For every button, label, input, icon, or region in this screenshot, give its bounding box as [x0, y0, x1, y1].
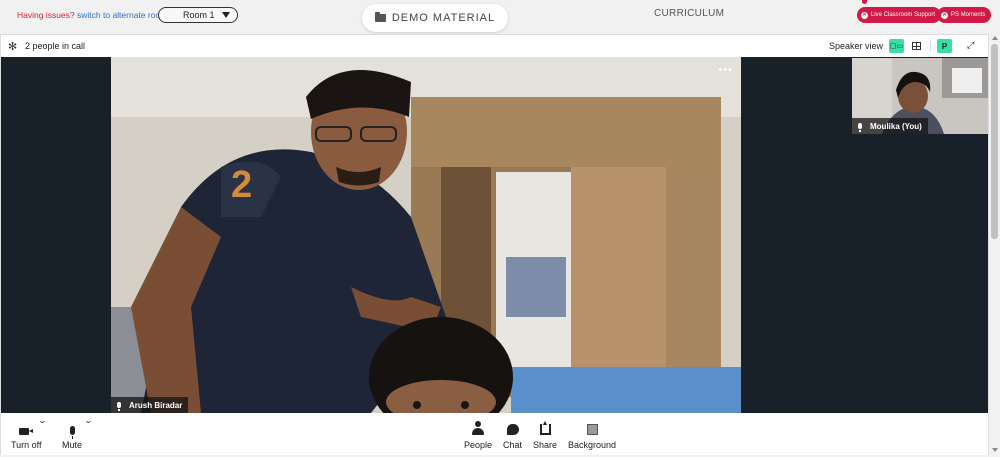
call-controls: Turn off ⌄ Mute ⌄ People Chat Share Back…	[1, 413, 988, 455]
presenter-button[interactable]: P	[937, 39, 952, 53]
self-participant-tag: Moulika (You)	[852, 118, 928, 134]
chat-button[interactable]: Chat	[503, 419, 522, 450]
ps-moments-button[interactable]: ✕ PS Moments	[937, 7, 992, 23]
main-participant-tag: Arush Biradar	[111, 397, 189, 413]
close-icon: ✕	[941, 11, 948, 19]
ps-moments-label: PS Moments	[951, 12, 986, 18]
people-label: People	[464, 440, 493, 450]
mic-icon	[117, 402, 121, 411]
self-video-tile[interactable]: Moulika (You)	[852, 58, 988, 134]
live-support-label: Live Classroom Support	[871, 12, 936, 18]
people-count: 2 people in call	[25, 41, 86, 51]
demo-material-label: DEMO MATERIAL	[391, 12, 496, 24]
person-icon	[472, 419, 485, 435]
close-icon: ✕	[861, 11, 868, 19]
scroll-thumb[interactable]	[991, 44, 998, 239]
scroll-up-icon[interactable]	[992, 36, 998, 40]
video-stage: 2 ••• Arush Biradar Moulika (You)	[1, 57, 988, 413]
live-support-button[interactable]: ✕ Live Classroom Support	[857, 7, 942, 23]
issues-notice: Having issues? switch to alternate room	[17, 10, 167, 20]
mute-button[interactable]: Mute	[62, 419, 82, 450]
share-icon	[539, 419, 551, 435]
mute-label: Mute	[62, 440, 83, 450]
folder-icon	[374, 12, 386, 22]
room-select-value: Room 1	[183, 10, 215, 20]
microphone-icon	[69, 419, 75, 439]
issues-text: Having issues?	[17, 10, 75, 20]
more-options-icon[interactable]: •••	[718, 64, 733, 76]
view-label: Speaker view	[829, 41, 884, 51]
notch-marker	[862, 0, 867, 4]
scroll-down-icon[interactable]	[992, 448, 998, 452]
background-label: Background	[568, 440, 617, 450]
grid-view-button[interactable]	[909, 39, 924, 53]
main-video-tile[interactable]: 2 ••• Arush Biradar	[111, 57, 741, 413]
grid-icon	[912, 42, 921, 50]
top-bar: Having issues? switch to alternate room …	[0, 0, 1000, 33]
main-video-feed: 2	[111, 57, 741, 413]
divider	[930, 40, 931, 52]
chat-icon	[506, 419, 519, 435]
caret-down-icon	[222, 12, 230, 18]
speaker-view-icon: ▢▭	[889, 43, 904, 50]
share-button[interactable]: Share	[533, 419, 557, 450]
chat-label: Chat	[503, 440, 523, 450]
gear-icon[interactable]: ✻	[8, 40, 17, 53]
share-label: Share	[533, 440, 558, 450]
self-participant-name: Moulika (You)	[870, 121, 922, 131]
background-icon	[586, 419, 598, 435]
background-button[interactable]: Background	[568, 419, 616, 450]
camera-icon	[19, 419, 33, 435]
room-select[interactable]: Room 1	[158, 7, 238, 23]
chevron-down-icon[interactable]: ⌄	[84, 416, 93, 425]
call-panel: ✻ 2 people in call Speaker view ▢▭ P ⤢ 2…	[0, 34, 989, 455]
call-header: ✻ 2 people in call Speaker view ▢▭ P ⤢	[1, 35, 988, 57]
curriculum-tab[interactable]: CURRICULUM	[654, 8, 724, 19]
main-participant-name: Arush Biradar	[129, 400, 183, 410]
page-scrollbar[interactable]	[990, 34, 999, 455]
fullscreen-icon[interactable]: ⤢	[967, 40, 974, 51]
svg-text:2: 2	[231, 164, 252, 206]
mic-icon	[858, 123, 862, 132]
people-button[interactable]: People	[464, 419, 492, 450]
alternate-room-link[interactable]: switch to alternate room	[77, 10, 167, 20]
speaker-view-button[interactable]: ▢▭	[889, 39, 904, 53]
demo-material-button[interactable]: DEMO MATERIAL	[362, 4, 508, 32]
turn-off-label: Turn off	[11, 440, 42, 450]
chevron-down-icon[interactable]: ⌄	[38, 416, 47, 425]
